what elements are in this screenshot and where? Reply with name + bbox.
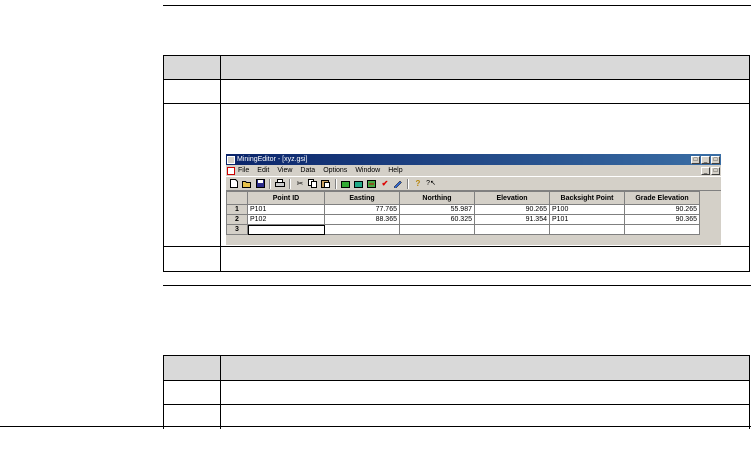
row-header[interactable]: 2 — [226, 214, 248, 225]
minimize-button[interactable]: _ — [701, 155, 710, 164]
cell-backsight[interactable]: P100 — [549, 204, 625, 215]
cell-grade-elevation[interactable]: 90.365 — [624, 214, 700, 225]
menu-bar: File Edit View Data Options Window Help … — [226, 165, 721, 176]
step-text-cell — [220, 380, 750, 405]
paste-icon[interactable] — [321, 179, 331, 189]
title-bar: MiningEditor - [xyz.gsi] □ _ □ — [226, 154, 721, 165]
toolbar-separator — [407, 178, 409, 189]
menu-help[interactable]: Help — [388, 167, 402, 174]
step-number-cell — [163, 103, 221, 247]
cell-elevation[interactable]: 91.354 — [474, 214, 550, 225]
step-table-2 — [163, 355, 750, 429]
print-icon[interactable] — [275, 179, 285, 189]
context-help-icon[interactable]: ?↖ — [426, 179, 436, 189]
toolbar-separator — [269, 178, 271, 189]
step-text-cell — [220, 79, 750, 104]
cell-grade-elevation[interactable] — [624, 224, 700, 235]
step-header-cell — [163, 355, 221, 381]
table-row: 2 P102 88.365 60.325 91.354 P101 90.365 — [226, 214, 700, 225]
new-icon[interactable] — [229, 179, 239, 189]
cell-grade-elevation[interactable]: 90.265 — [624, 204, 700, 215]
grid-header-row: Point ID Easting Northing Elevation Back… — [226, 191, 700, 205]
toolbar-separator — [335, 178, 337, 189]
doc-restore-button[interactable]: □ — [711, 166, 720, 175]
column-header-northing[interactable]: Northing — [399, 191, 475, 205]
cell-point-id[interactable]: P101 — [247, 204, 325, 215]
convert-icon[interactable] — [367, 179, 377, 189]
open-icon[interactable] — [242, 179, 252, 189]
step-number-cell — [163, 246, 221, 272]
cell-backsight[interactable]: P101 — [549, 214, 625, 225]
section-rule — [163, 285, 751, 286]
menu-data[interactable]: Data — [300, 167, 315, 174]
cell-easting[interactable] — [324, 224, 400, 235]
restore-button[interactable]: □ — [691, 155, 700, 164]
cell-easting[interactable]: 88.365 — [324, 214, 400, 225]
cell-point-id-selected[interactable] — [247, 224, 325, 235]
doc-minimize-button[interactable]: _ — [701, 166, 710, 175]
cell-northing[interactable]: 55.987 — [399, 204, 475, 215]
row-header[interactable]: 3 — [226, 224, 248, 235]
step-number-cell — [163, 404, 221, 429]
import-icon[interactable] — [341, 179, 351, 189]
step-text-cell — [220, 246, 750, 272]
step-header-cell — [220, 55, 750, 80]
document-window-controls: _ □ — [701, 166, 720, 175]
window-controls: □ _ □ — [691, 155, 720, 164]
toolbar-separator — [289, 178, 291, 189]
step-row — [163, 404, 750, 429]
grid-corner[interactable] — [226, 191, 248, 205]
menu-edit[interactable]: Edit — [257, 167, 269, 174]
help-icon[interactable]: ? — [413, 179, 423, 189]
edit-icon[interactable] — [393, 179, 403, 189]
menu-view[interactable]: View — [277, 167, 292, 174]
cell-easting[interactable]: 77.765 — [324, 204, 400, 215]
top-rule — [163, 5, 751, 6]
column-header-backsight[interactable]: Backsight Point — [549, 191, 625, 205]
column-header-point-id[interactable]: Point ID — [247, 191, 325, 205]
menu-options[interactable]: Options — [323, 167, 347, 174]
data-grid: Point ID Easting Northing Elevation Back… — [226, 191, 700, 235]
table-row: 3 — [226, 224, 700, 235]
export-icon[interactable] — [354, 179, 364, 189]
cell-elevation[interactable]: 90.265 — [474, 204, 550, 215]
check-icon[interactable]: ✔ — [380, 179, 390, 189]
column-header-elevation[interactable]: Elevation — [474, 191, 550, 205]
step-row — [163, 246, 750, 272]
step-number-cell — [163, 380, 221, 405]
maximize-button[interactable]: □ — [711, 155, 720, 164]
cell-northing[interactable] — [399, 224, 475, 235]
step-table-header — [163, 355, 750, 381]
save-icon[interactable] — [255, 179, 265, 189]
window-title: MiningEditor - [xyz.gsi] — [237, 156, 308, 163]
menu-window[interactable]: Window — [355, 167, 380, 174]
column-header-easting[interactable]: Easting — [324, 191, 400, 205]
column-header-grade-elevation[interactable]: Grade Elevation — [624, 191, 700, 205]
step-number-cell — [163, 79, 221, 104]
copy-icon[interactable] — [308, 179, 318, 189]
menu-file[interactable]: File — [238, 167, 249, 174]
step-text-cell — [220, 404, 750, 429]
document-icon[interactable] — [227, 166, 235, 175]
cell-northing[interactable]: 60.325 — [399, 214, 475, 225]
table-row: 1 P101 77.765 55.987 90.265 P100 90.265 — [226, 204, 700, 215]
step-row — [163, 79, 750, 104]
app-icon — [227, 155, 235, 164]
footer-rule — [0, 426, 751, 427]
cut-icon[interactable]: ✂ — [295, 179, 305, 189]
toolbar: ✂ ✔ ? ?↖ — [226, 176, 721, 191]
cell-elevation[interactable] — [474, 224, 550, 235]
step-header-cell — [220, 355, 750, 381]
cell-point-id[interactable]: P102 — [247, 214, 325, 225]
mining-editor-window: MiningEditor - [xyz.gsi] □ _ □ File Edit… — [226, 154, 721, 245]
cell-backsight[interactable] — [549, 224, 625, 235]
step-table-header — [163, 55, 750, 80]
row-header[interactable]: 1 — [226, 204, 248, 215]
step-header-cell — [163, 55, 221, 80]
step-row — [163, 380, 750, 405]
